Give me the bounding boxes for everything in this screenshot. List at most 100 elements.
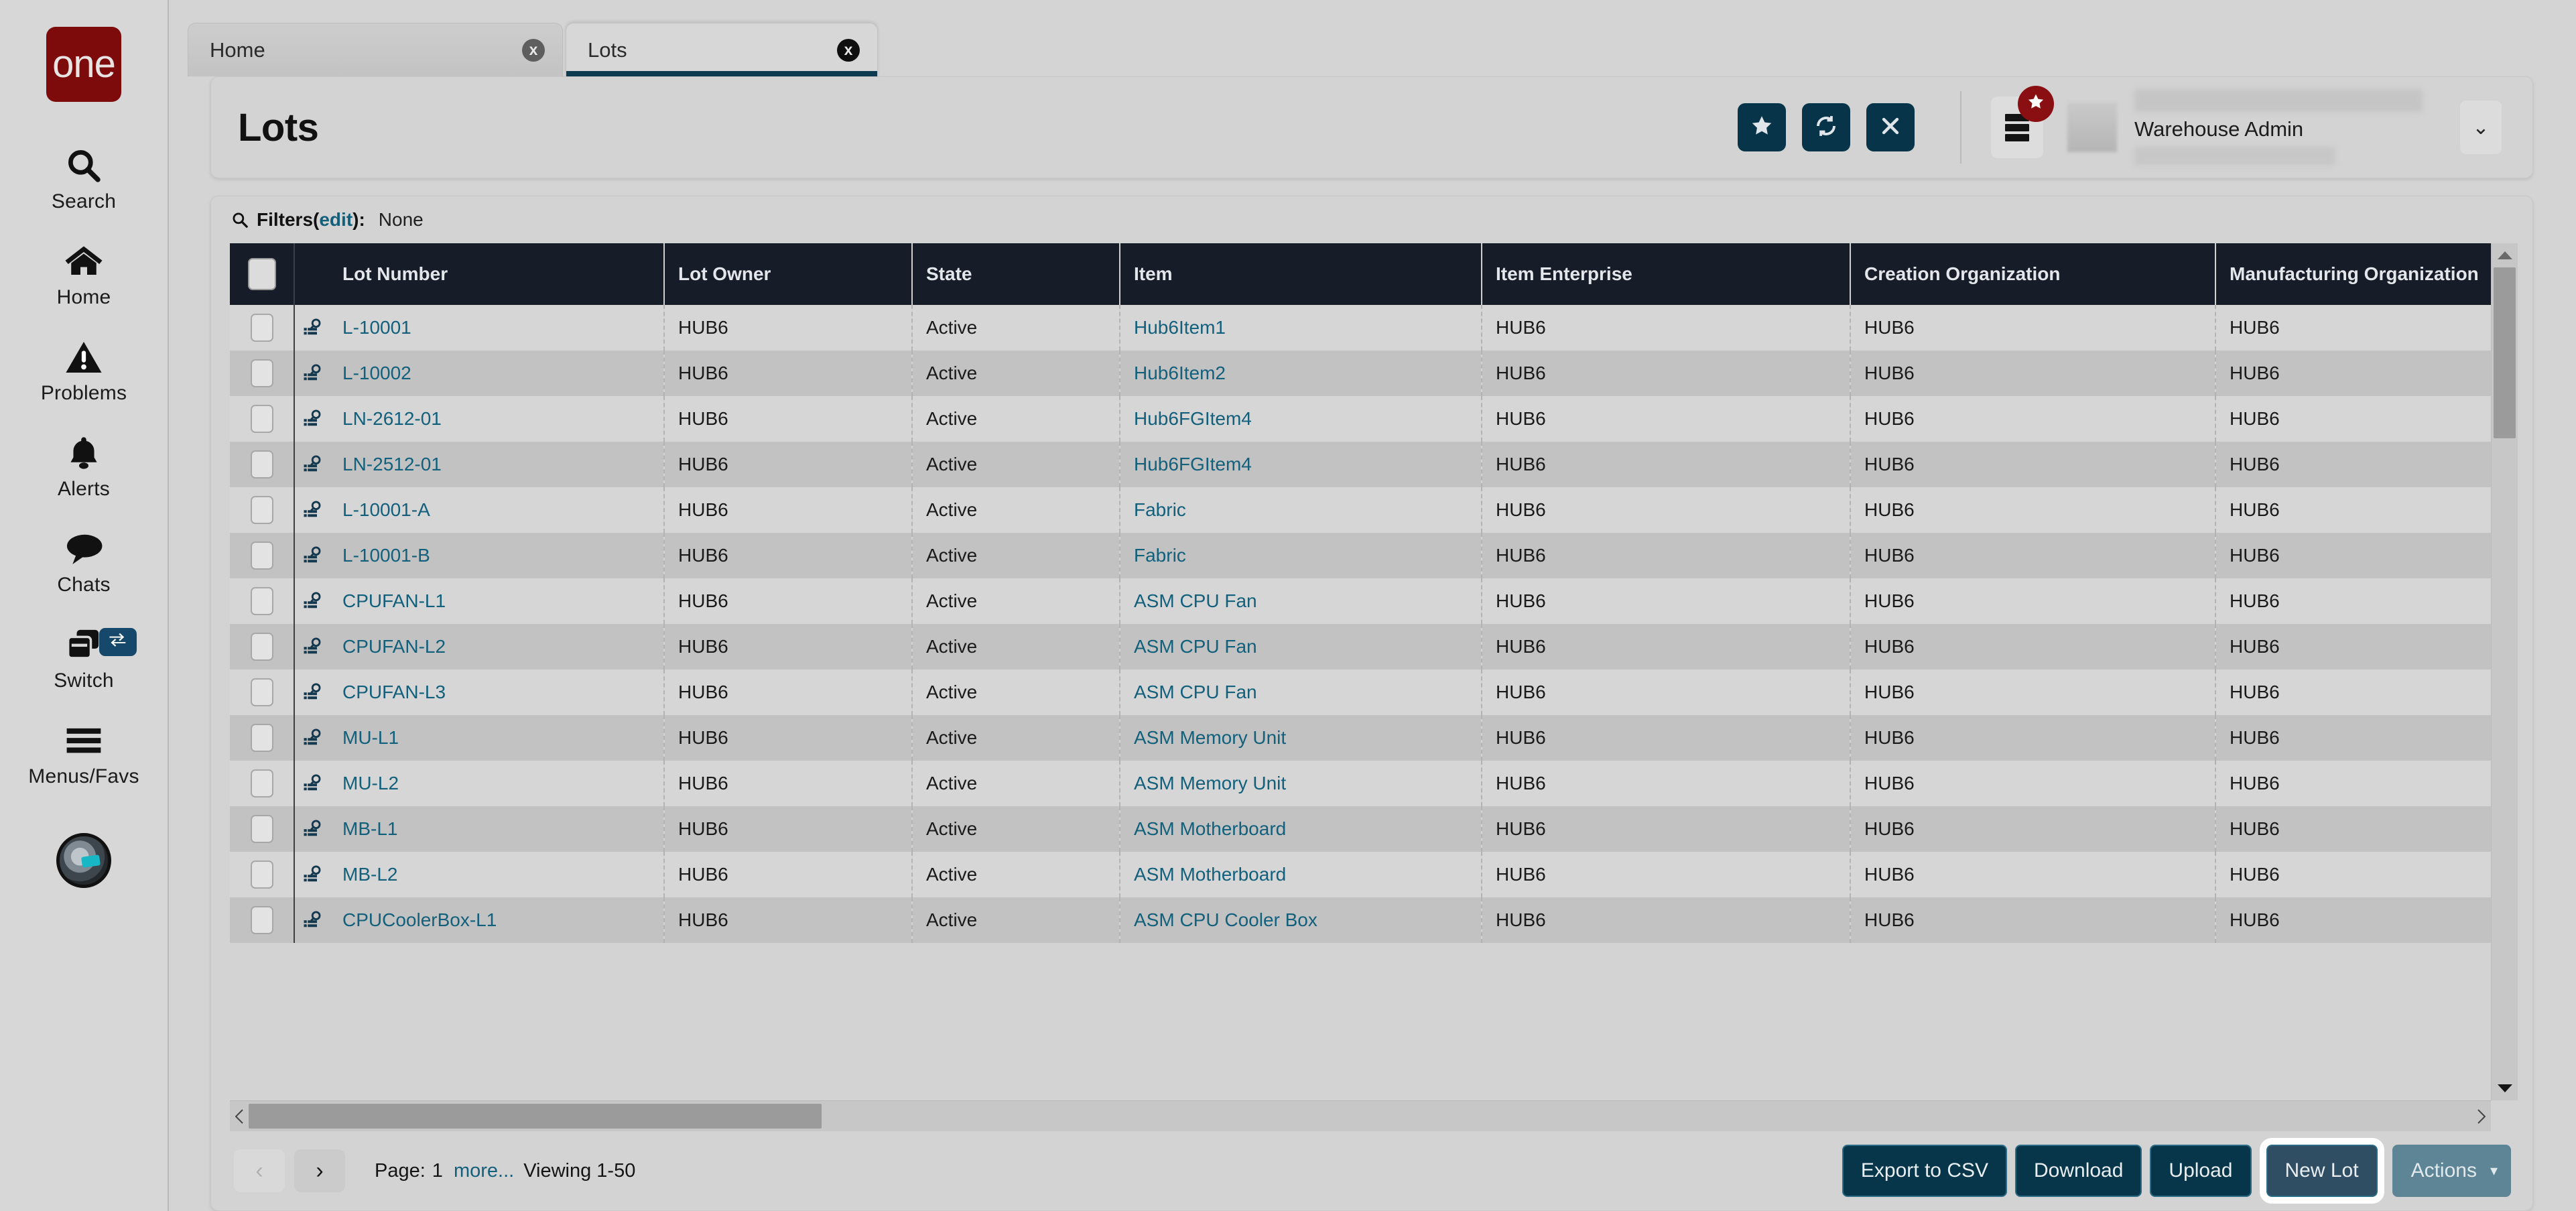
table-row[interactable]: MB-L2HUB6ActiveASM MotherboardHUB6HUB6HU… xyxy=(230,852,2491,897)
user-menu-chevron-down-icon[interactable]: ⌄ xyxy=(2460,101,2502,154)
lot-detail-icon[interactable] xyxy=(294,624,329,670)
table-row[interactable]: LN-2612-01HUB6ActiveHub6FGItem4HUB6HUB6H… xyxy=(230,396,2491,442)
lot-number-link[interactable]: L-10001-A xyxy=(342,499,430,520)
column-header-creation-org[interactable]: Creation Organization xyxy=(1850,243,2215,305)
lot-number-link[interactable]: CPUFAN-L3 xyxy=(342,682,446,702)
select-all-checkbox[interactable] xyxy=(248,258,276,290)
export-to-csv-button[interactable]: Export to CSV xyxy=(1842,1145,2007,1197)
row-checkbox[interactable] xyxy=(251,359,273,387)
cell-lot-number[interactable]: MU-L2 xyxy=(329,761,664,806)
lot-number-link[interactable]: CPUCoolerBox-L1 xyxy=(342,909,497,930)
row-checkbox[interactable] xyxy=(251,496,273,524)
item-link[interactable]: ASM CPU Fan xyxy=(1134,636,1257,657)
row-checkbox[interactable] xyxy=(251,724,273,752)
sidebar-item-alerts[interactable]: Alerts xyxy=(0,432,168,500)
row-checkbox[interactable] xyxy=(251,906,273,934)
lot-detail-icon[interactable] xyxy=(294,670,329,715)
item-link[interactable]: ASM Motherboard xyxy=(1134,864,1286,885)
column-header-item[interactable]: Item xyxy=(1120,243,1482,305)
row-select-cell[interactable] xyxy=(230,396,294,442)
row-select-cell[interactable] xyxy=(230,761,294,806)
sidebar-item-menus-favs[interactable]: Menus/Favs xyxy=(0,720,168,787)
cell-lot-number[interactable]: MU-L1 xyxy=(329,715,664,761)
lot-number-link[interactable]: CPUFAN-L2 xyxy=(342,636,446,657)
actions-button[interactable]: Actions ▾ xyxy=(2392,1145,2511,1197)
row-select-cell[interactable] xyxy=(230,806,294,852)
lot-detail-icon[interactable] xyxy=(294,396,329,442)
download-button[interactable]: Download xyxy=(2015,1145,2142,1197)
header-menu-button[interactable] xyxy=(1991,97,2043,158)
row-select-cell[interactable] xyxy=(230,305,294,350)
previous-page-button[interactable]: ‹ xyxy=(234,1149,285,1192)
sidebar-item-search[interactable]: Search xyxy=(0,145,168,212)
refresh-button[interactable] xyxy=(1802,103,1850,151)
switch-toggle-badge[interactable] xyxy=(99,628,137,656)
item-link[interactable]: Hub6FGItem4 xyxy=(1134,408,1252,429)
cell-lot-number[interactable]: L-10001-A xyxy=(329,487,664,533)
next-page-button[interactable]: › xyxy=(294,1149,345,1192)
row-select-cell[interactable] xyxy=(230,852,294,897)
row-select-cell[interactable] xyxy=(230,624,294,670)
item-link[interactable]: ASM CPU Fan xyxy=(1134,590,1257,611)
item-link[interactable]: ASM Motherboard xyxy=(1134,818,1286,839)
row-select-cell[interactable] xyxy=(230,350,294,396)
item-link[interactable]: ASM Memory Unit xyxy=(1134,773,1286,793)
lot-number-link[interactable]: LN-2612-01 xyxy=(342,408,442,429)
cell-lot-number[interactable]: L-10002 xyxy=(329,350,664,396)
vertical-scroll-thumb[interactable] xyxy=(2494,267,2516,438)
row-checkbox[interactable] xyxy=(251,633,273,661)
row-checkbox[interactable] xyxy=(251,405,273,433)
tab-lots[interactable]: Lots x xyxy=(566,23,878,76)
lot-detail-icon[interactable] xyxy=(294,897,329,943)
lot-number-link[interactable]: MU-L2 xyxy=(342,773,399,793)
item-link[interactable]: Fabric xyxy=(1134,499,1186,520)
lot-number-link[interactable]: L-10002 xyxy=(342,363,411,383)
column-header-manufacturing-org[interactable]: Manufacturing Organization xyxy=(2215,243,2491,305)
row-select-cell[interactable] xyxy=(230,715,294,761)
lot-detail-icon[interactable] xyxy=(294,350,329,396)
sidebar-item-switch[interactable]: Switch xyxy=(0,624,168,692)
row-checkbox[interactable] xyxy=(251,587,273,615)
cell-lot-number[interactable]: CPUFAN-L2 xyxy=(329,624,664,670)
upload-button[interactable]: Upload xyxy=(2150,1145,2251,1197)
tab-lots-close-icon[interactable]: x xyxy=(837,39,860,62)
table-row[interactable]: CPUCoolerBox-L1HUB6ActiveASM CPU Cooler … xyxy=(230,897,2491,943)
cell-lot-number[interactable]: CPUFAN-L1 xyxy=(329,578,664,624)
assistant-avatar[interactable] xyxy=(56,833,111,888)
column-header-lot-owner[interactable]: Lot Owner xyxy=(664,243,912,305)
item-link[interactable]: Hub6FGItem4 xyxy=(1134,454,1252,474)
cell-lot-number[interactable]: LN-2612-01 xyxy=(329,396,664,442)
scroll-up-arrow-icon[interactable] xyxy=(2497,243,2513,267)
row-select-cell[interactable] xyxy=(230,533,294,578)
lot-detail-icon[interactable] xyxy=(294,806,329,852)
tab-home[interactable]: Home x xyxy=(188,23,563,76)
lot-detail-icon[interactable] xyxy=(294,305,329,350)
row-checkbox[interactable] xyxy=(251,541,273,570)
scroll-right-arrow-icon[interactable] xyxy=(2472,1109,2491,1124)
scroll-down-arrow-icon[interactable] xyxy=(2497,1076,2513,1100)
horizontal-scrollbar[interactable] xyxy=(230,1100,2491,1131)
table-row[interactable]: CPUFAN-L3HUB6ActiveASM CPU FanHUB6HUB6HU… xyxy=(230,670,2491,715)
row-checkbox[interactable] xyxy=(251,678,273,706)
sidebar-item-chats[interactable]: Chats xyxy=(0,528,168,596)
row-select-cell[interactable] xyxy=(230,578,294,624)
row-checkbox[interactable] xyxy=(251,450,273,479)
cell-lot-number[interactable]: L-10001 xyxy=(329,305,664,350)
lot-detail-icon[interactable] xyxy=(294,761,329,806)
item-link[interactable]: Hub6Item2 xyxy=(1134,363,1226,383)
close-button[interactable] xyxy=(1866,103,1915,151)
item-link[interactable]: ASM Memory Unit xyxy=(1134,727,1286,748)
column-header-lot-number[interactable]: Lot Number xyxy=(329,243,664,305)
lot-number-link[interactable]: L-10001-B xyxy=(342,545,430,566)
lot-detail-icon[interactable] xyxy=(294,578,329,624)
lot-detail-icon[interactable] xyxy=(294,852,329,897)
lot-number-link[interactable]: MB-L2 xyxy=(342,864,397,885)
lot-number-link[interactable]: CPUFAN-L1 xyxy=(342,590,446,611)
table-row[interactable]: L-10001-BHUB6ActiveFabricHUB6HUB6HUB6 xyxy=(230,533,2491,578)
lot-number-link[interactable]: LN-2512-01 xyxy=(342,454,442,474)
lot-detail-icon[interactable] xyxy=(294,715,329,761)
user-profile[interactable]: Warehouse Admin xyxy=(2067,89,2423,166)
brand-logo[interactable]: one xyxy=(46,27,121,102)
cell-lot-number[interactable]: CPUFAN-L3 xyxy=(329,670,664,715)
lot-detail-icon[interactable] xyxy=(294,487,329,533)
